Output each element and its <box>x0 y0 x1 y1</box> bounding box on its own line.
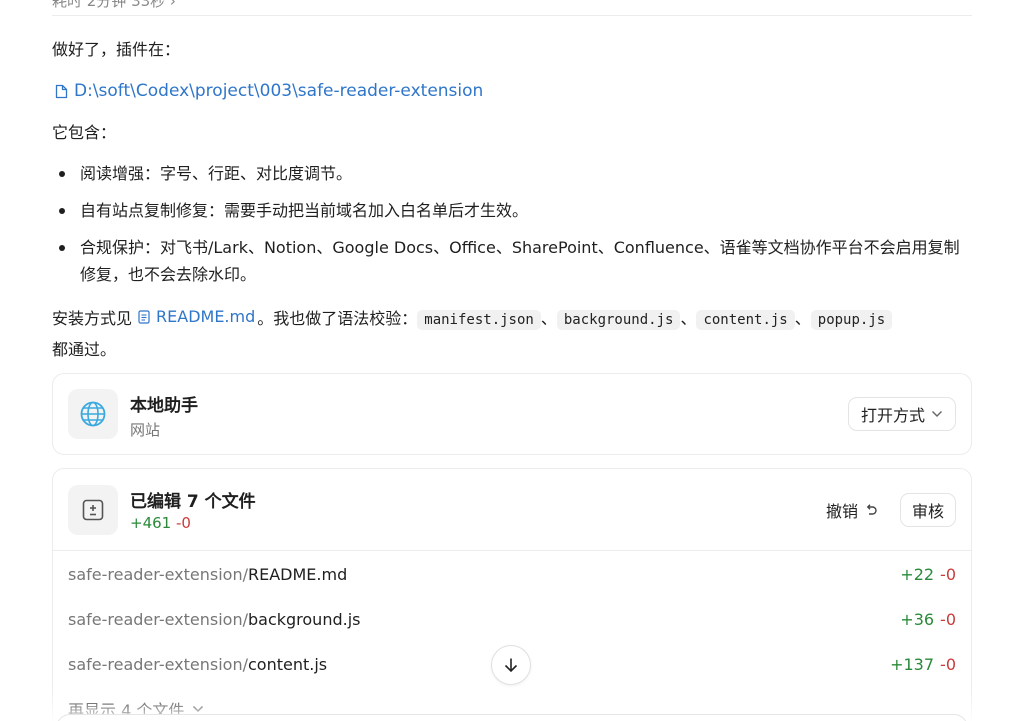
path-link-label: D:\soft\Codex\project\003\safe-reader-ex… <box>74 81 484 101</box>
chevron-down-icon <box>193 705 204 713</box>
file-icon <box>55 84 68 98</box>
app-card[interactable]: 本地助手 网站 打开方式 <box>52 373 972 455</box>
arrow-down-icon <box>504 658 518 673</box>
open-with-label: 打开方式 <box>860 406 925 425</box>
elapsed-time-text[interactable]: 耗时 2分钟 33秒 › <box>52 0 176 10</box>
file-added: +22 <box>900 564 935 584</box>
undo-label: 撤销 <box>825 502 858 521</box>
edited-files-title: 已编辑 7 个文件 <box>130 492 256 512</box>
review-button[interactable]: 审核 <box>899 493 956 527</box>
undo-button[interactable]: 撤销 <box>826 495 878 525</box>
diff-summary: +461 -0 <box>130 514 191 532</box>
file-added: +36 <box>900 609 935 629</box>
list-item: 合规保护：对飞书/Lark、Notion、Google Docs、Office、… <box>52 234 972 288</box>
install-paragraph: 安装方式见 README.md 。我也做了语法校验： manifest.json、 ba… <box>52 302 972 365</box>
separator: 、 <box>540 309 557 328</box>
file-dir: safe-reader-extension/ <box>68 654 248 674</box>
lines-added: +461 <box>130 514 172 532</box>
file-added: +137 <box>890 654 935 674</box>
separator: 、 <box>680 309 697 328</box>
install-middle: 。我也做了语法校验： <box>257 309 418 328</box>
divider <box>53 550 971 551</box>
code-popup: popup.js <box>810 310 893 330</box>
scroll-to-bottom-button[interactable] <box>491 645 531 685</box>
readme-link-label: README.md <box>156 307 256 326</box>
code-background: background.js <box>556 310 681 330</box>
lines-removed: -0 <box>175 514 191 532</box>
intro-text: 做好了，插件在： <box>52 40 181 59</box>
file-name: content.js <box>247 654 328 674</box>
chevron-down-icon <box>932 411 942 417</box>
file-name: README.md <box>247 564 348 584</box>
open-with-button[interactable]: 打开方式 <box>847 397 956 431</box>
list-item: 自有站点复制修复：需要手动把当前域名加入白名单后才生效。 <box>52 197 972 224</box>
file-removed: -0 <box>940 609 956 629</box>
globe-icon <box>80 401 106 427</box>
previous-status-line: 耗时 2分钟 33秒 › <box>52 0 972 16</box>
install-suffix: 都通过。 <box>52 340 117 359</box>
file-name: background.js <box>247 609 361 629</box>
readme-link[interactable]: README.md <box>138 302 255 332</box>
file-removed: -0 <box>940 564 956 584</box>
document-icon <box>138 310 150 324</box>
app-subtitle: 网站 <box>130 421 161 439</box>
app-icon-box <box>68 389 118 439</box>
separator: 、 <box>794 309 811 328</box>
list-item: 阅读增强：字号、行距、对比度调节。 <box>52 160 972 187</box>
file-dir: safe-reader-extension/ <box>68 564 248 584</box>
file-row[interactable]: safe-reader-extension/README.md +22 -0 <box>68 559 956 589</box>
app-title: 本地助手 <box>130 396 198 416</box>
file-removed: -0 <box>940 654 956 674</box>
undo-icon <box>866 504 877 515</box>
install-prefix: 安装方式见 <box>52 309 133 328</box>
composer-edge[interactable] <box>56 714 968 721</box>
contains-text: 它包含： <box>52 123 117 142</box>
code-manifest: manifest.json <box>417 310 541 330</box>
diff-icon-box <box>68 485 118 535</box>
file-dir: safe-reader-extension/ <box>68 609 248 629</box>
diff-icon <box>82 499 104 521</box>
path-link[interactable]: D:\soft\Codex\project\003\safe-reader-ex… <box>55 81 483 101</box>
feature-list: 阅读增强：字号、行距、对比度调节。 自有站点复制修复：需要手动把当前域名加入白名… <box>52 160 972 298</box>
file-row[interactable]: safe-reader-extension/background.js +36-… <box>68 604 956 634</box>
code-content: content.js <box>696 310 795 330</box>
